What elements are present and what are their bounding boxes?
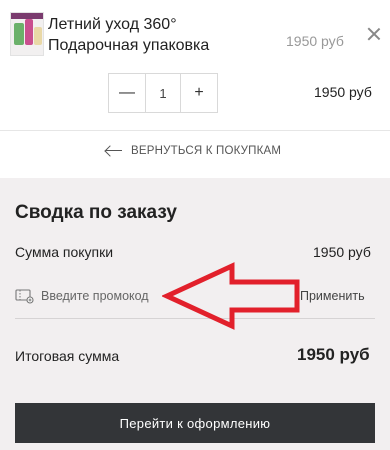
product-thumbnail[interactable] (10, 12, 44, 56)
apply-promo-button[interactable]: Применить (300, 289, 365, 303)
total-value: 1950 руб (297, 345, 370, 364)
subtotal-value: 1950 руб (313, 244, 371, 260)
cart-item: Летний уход 360° Подарочная упаковка 195… (0, 0, 390, 70)
quantity-stepper: — 1 + (108, 73, 218, 113)
product-title[interactable]: Летний уход 360° Подарочная упаковка (48, 14, 278, 56)
close-icon[interactable] (366, 26, 382, 42)
summary-title: Сводка по заказу (15, 202, 177, 223)
decrement-button[interactable]: — (109, 74, 145, 112)
total-label: Итоговая сумма (15, 348, 120, 364)
divider (0, 130, 390, 131)
back-link-label: ВЕРНУТЬСЯ К ПОКУПКАМ (131, 145, 282, 157)
line-price: 1950 руб (314, 84, 372, 100)
back-to-shopping-link[interactable]: ВЕРНУТЬСЯ К ПОКУПКАМ (105, 143, 281, 159)
coupon-icon (15, 289, 34, 304)
subtotal-label: Сумма покупки (15, 244, 114, 260)
product-title-line1: Летний уход 360° (48, 16, 177, 33)
quantity-value[interactable]: 1 (145, 74, 181, 112)
checkout-button[interactable]: Перейти к оформлению (15, 403, 375, 443)
unit-price: 1950 руб (286, 33, 344, 49)
arrow-left-icon (105, 145, 123, 157)
product-title-line2: Подарочная упаковка (48, 37, 210, 54)
increment-button[interactable]: + (181, 74, 217, 112)
red-arrow-annotation (162, 262, 300, 330)
